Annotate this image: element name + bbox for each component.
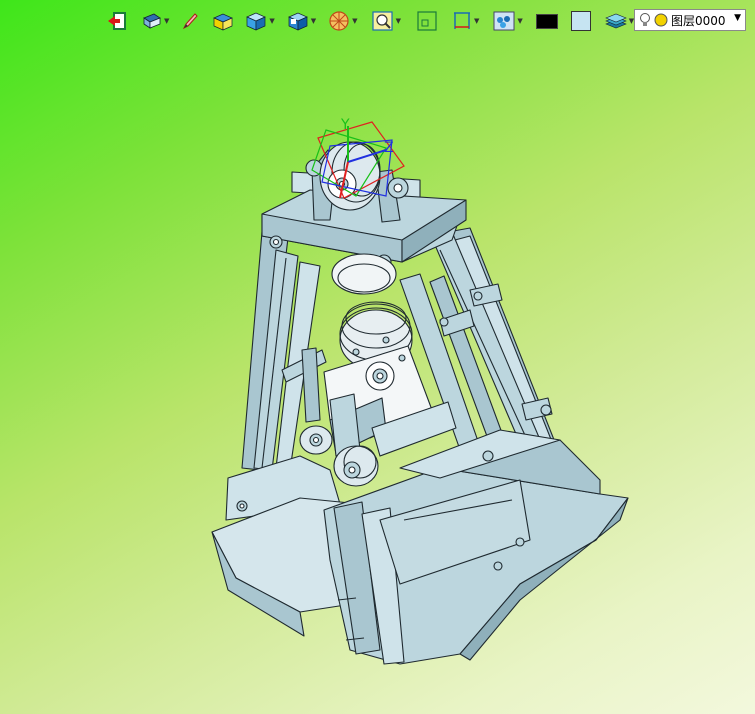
fit-icon (417, 11, 437, 31)
render-icon (493, 11, 515, 31)
view-toolbar: ▼ ▼ ▼ ▼ ▼ ▼ ▼ ▼ (106, 7, 639, 35)
section-icon (329, 11, 349, 31)
3d-viewport[interactable]: Y Z ▼ ▼ ▼ ▼ ▼ ▼ ▼ ▼ 图层0000 ▼ (0, 0, 755, 714)
measure-icon (453, 12, 470, 29)
axis-z-label: Z (384, 140, 394, 156)
chevron-down-icon[interactable]: ▼ (164, 17, 169, 25)
zoom-window-button[interactable]: ▼ (371, 7, 401, 35)
chevron-down-icon[interactable]: ▼ (474, 17, 479, 25)
layer-color-icon[interactable] (654, 13, 668, 27)
lightbulb-icon[interactable] (639, 12, 651, 28)
shaded-cube-button[interactable]: ▼ (244, 7, 275, 35)
view-cube-icon (287, 12, 308, 31)
shaded-cube-icon (246, 12, 267, 31)
chevron-down-icon[interactable]: ▼ (396, 17, 401, 25)
layer-select[interactable]: 图层0000 ▼ (634, 9, 746, 31)
exit-button[interactable] (106, 7, 128, 35)
section-button[interactable]: ▼ (327, 7, 358, 35)
foreground-color-button[interactable] (535, 7, 558, 35)
layers-button[interactable]: ▼ (604, 7, 634, 35)
pencil-icon (183, 13, 199, 30)
fit-button[interactable] (416, 7, 438, 35)
chevron-down-icon[interactable]: ▼ (311, 17, 316, 25)
render-button[interactable]: ▼ (492, 7, 523, 35)
chevron-down-icon[interactable]: ▼ (352, 17, 357, 25)
chevron-down-icon[interactable]: ▼ (734, 13, 741, 23)
chevron-down-icon[interactable]: ▼ (517, 17, 522, 25)
zoom-window-icon (371, 11, 393, 31)
foreground-color-swatch (535, 13, 558, 29)
layer-name: 图层0000 (671, 13, 726, 28)
measure-button[interactable]: ▼ (451, 7, 479, 35)
yellow-box-button[interactable] (211, 7, 235, 35)
exit-icon (108, 12, 126, 30)
background-color-button[interactable] (570, 7, 591, 35)
yellow-box-icon (213, 13, 234, 31)
pencil-button[interactable] (180, 7, 200, 35)
background-color-swatch (570, 11, 591, 31)
view-mode-button[interactable]: ▼ (141, 7, 169, 35)
axis-y-label: Y (340, 117, 350, 133)
grab-bucket-model[interactable]: Y Z (0, 0, 755, 714)
view-cube-button[interactable]: ▼ (286, 7, 316, 35)
view-mode-icon (143, 13, 161, 29)
chevron-down-icon[interactable]: ▼ (269, 17, 274, 25)
layers-icon (604, 13, 627, 29)
